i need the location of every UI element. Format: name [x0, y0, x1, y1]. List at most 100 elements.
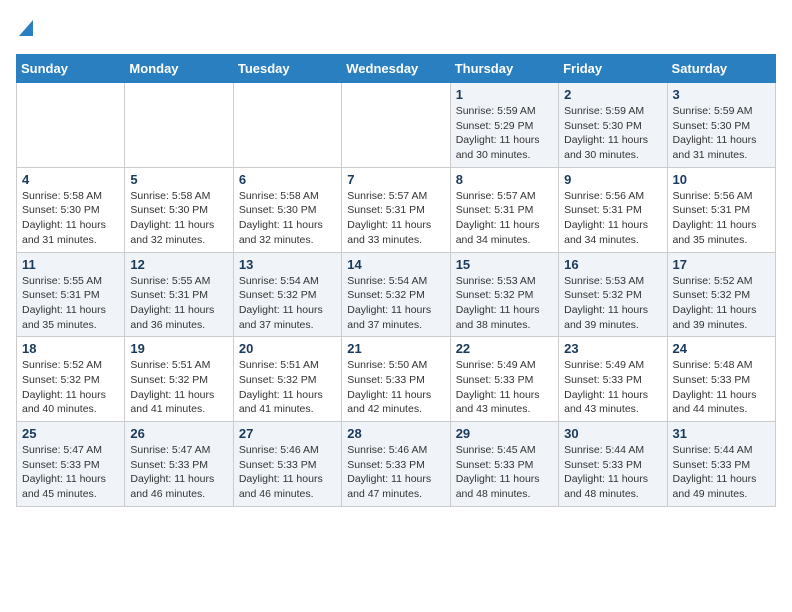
day-cell: 20 Sunrise: 5:51 AM Sunset: 5:32 PM Dayli… [233, 337, 341, 422]
day-number: 28 [347, 426, 444, 441]
calendar-table: SundayMondayTuesdayWednesdayThursdayFrid… [16, 54, 776, 507]
day-cell [125, 83, 233, 168]
day-number: 7 [347, 172, 444, 187]
day-info: Sunrise: 5:44 AM Sunset: 5:33 PM Dayligh… [564, 443, 661, 502]
day-number: 3 [673, 87, 770, 102]
day-number: 6 [239, 172, 336, 187]
day-number: 31 [673, 426, 770, 441]
day-number: 10 [673, 172, 770, 187]
day-number: 13 [239, 257, 336, 272]
day-number: 1 [456, 87, 553, 102]
day-info: Sunrise: 5:59 AM Sunset: 5:29 PM Dayligh… [456, 104, 553, 163]
day-number: 30 [564, 426, 661, 441]
day-number: 8 [456, 172, 553, 187]
day-number: 17 [673, 257, 770, 272]
day-info: Sunrise: 5:50 AM Sunset: 5:33 PM Dayligh… [347, 358, 444, 417]
day-info: Sunrise: 5:49 AM Sunset: 5:33 PM Dayligh… [564, 358, 661, 417]
day-number: 18 [22, 341, 119, 356]
day-cell: 30 Sunrise: 5:44 AM Sunset: 5:33 PM Dayli… [559, 422, 667, 507]
day-number: 24 [673, 341, 770, 356]
day-number: 27 [239, 426, 336, 441]
day-cell: 2 Sunrise: 5:59 AM Sunset: 5:30 PM Daylig… [559, 83, 667, 168]
day-cell: 16 Sunrise: 5:53 AM Sunset: 5:32 PM Dayli… [559, 252, 667, 337]
day-cell: 13 Sunrise: 5:54 AM Sunset: 5:32 PM Dayli… [233, 252, 341, 337]
day-cell: 12Sunrise: 5:55 AM Sunset: 5:31 PM Dayli… [125, 252, 233, 337]
weekday-header-sunday: Sunday [17, 55, 125, 83]
day-cell: 4 Sunrise: 5:58 AM Sunset: 5:30 PM Daylig… [17, 167, 125, 252]
day-info: Sunrise: 5:59 AM Sunset: 5:30 PM Dayligh… [564, 104, 661, 163]
day-info: Sunrise: 5:58 AM Sunset: 5:30 PM Dayligh… [22, 189, 119, 248]
day-info: Sunrise: 5:49 AM Sunset: 5:33 PM Dayligh… [456, 358, 553, 417]
day-cell: 7 Sunrise: 5:57 AM Sunset: 5:31 PM Daylig… [342, 167, 450, 252]
day-info: Sunrise: 5:54 AM Sunset: 5:32 PM Dayligh… [239, 274, 336, 333]
day-info: Sunrise: 5:59 AM Sunset: 5:30 PM Dayligh… [673, 104, 770, 163]
day-cell [342, 83, 450, 168]
day-cell: 24 Sunrise: 5:48 AM Sunset: 5:33 PM Dayli… [667, 337, 775, 422]
day-info: Sunrise: 5:53 AM Sunset: 5:32 PM Dayligh… [564, 274, 661, 333]
week-row-5: 25 Sunrise: 5:47 AM Sunset: 5:33 PM Dayli… [17, 422, 776, 507]
day-info: Sunrise: 5:44 AM Sunset: 5:33 PM Dayligh… [673, 443, 770, 502]
day-info: Sunrise: 5:57 AM Sunset: 5:31 PM Dayligh… [456, 189, 553, 248]
day-number: 4 [22, 172, 119, 187]
weekday-header-friday: Friday [559, 55, 667, 83]
day-cell: 21 Sunrise: 5:50 AM Sunset: 5:33 PM Dayli… [342, 337, 450, 422]
page-header [16, 16, 776, 42]
day-number: 23 [564, 341, 661, 356]
day-info: Sunrise: 5:58 AM Sunset: 5:30 PM Dayligh… [130, 189, 227, 248]
day-cell: 26 Sunrise: 5:47 AM Sunset: 5:33 PM Dayli… [125, 422, 233, 507]
day-number: 2 [564, 87, 661, 102]
day-cell: 17 Sunrise: 5:52 AM Sunset: 5:32 PM Dayli… [667, 252, 775, 337]
day-number: 9 [564, 172, 661, 187]
day-cell: 25Sunrise: 5:47 AM Sunset: 5:33 PM Dayli… [17, 422, 125, 507]
day-info: Sunrise: 5:54 AM Sunset: 5:32 PM Dayligh… [347, 274, 444, 333]
day-cell: 31 Sunrise: 5:44 AM Sunset: 5:33 PM Dayli… [667, 422, 775, 507]
day-cell: 18 Sunrise: 5:52 AM Sunset: 5:32 PM Dayli… [17, 337, 125, 422]
weekday-header-thursday: Thursday [450, 55, 558, 83]
day-cell: 5Sunrise: 5:58 AM Sunset: 5:30 PM Daylig… [125, 167, 233, 252]
day-info: Sunrise: 5:52 AM Sunset: 5:32 PM Dayligh… [22, 358, 119, 417]
logo [16, 16, 33, 42]
day-cell: 15Sunrise: 5:53 AM Sunset: 5:32 PM Dayli… [450, 252, 558, 337]
day-cell: 1 Sunrise: 5:59 AM Sunset: 5:29 PM Daylig… [450, 83, 558, 168]
day-number: 21 [347, 341, 444, 356]
day-cell [233, 83, 341, 168]
weekday-header-saturday: Saturday [667, 55, 775, 83]
day-info: Sunrise: 5:55 AM Sunset: 5:31 PM Dayligh… [22, 274, 119, 333]
day-info: Sunrise: 5:57 AM Sunset: 5:31 PM Dayligh… [347, 189, 444, 248]
day-number: 14 [347, 257, 444, 272]
day-info: Sunrise: 5:48 AM Sunset: 5:33 PM Dayligh… [673, 358, 770, 417]
day-cell: 22 Sunrise: 5:49 AM Sunset: 5:33 PM Dayli… [450, 337, 558, 422]
day-cell: 14 Sunrise: 5:54 AM Sunset: 5:32 PM Dayli… [342, 252, 450, 337]
day-info: Sunrise: 5:45 AM Sunset: 5:33 PM Dayligh… [456, 443, 553, 502]
week-row-3: 11 Sunrise: 5:55 AM Sunset: 5:31 PM Dayli… [17, 252, 776, 337]
day-number: 11 [22, 257, 119, 272]
day-number: 26 [130, 426, 227, 441]
day-cell: 19Sunrise: 5:51 AM Sunset: 5:32 PM Dayli… [125, 337, 233, 422]
day-number: 25 [22, 426, 119, 441]
day-number: 20 [239, 341, 336, 356]
day-info: Sunrise: 5:47 AM Sunset: 5:33 PM Dayligh… [130, 443, 227, 502]
day-cell: 3 Sunrise: 5:59 AM Sunset: 5:30 PM Daylig… [667, 83, 775, 168]
day-cell: 9 Sunrise: 5:56 AM Sunset: 5:31 PM Daylig… [559, 167, 667, 252]
day-info: Sunrise: 5:51 AM Sunset: 5:32 PM Dayligh… [130, 358, 227, 417]
weekday-header-tuesday: Tuesday [233, 55, 341, 83]
weekday-header-row: SundayMondayTuesdayWednesdayThursdayFrid… [17, 55, 776, 83]
week-row-1: 1 Sunrise: 5:59 AM Sunset: 5:29 PM Daylig… [17, 83, 776, 168]
weekday-header-monday: Monday [125, 55, 233, 83]
day-info: Sunrise: 5:52 AM Sunset: 5:32 PM Dayligh… [673, 274, 770, 333]
day-info: Sunrise: 5:46 AM Sunset: 5:33 PM Dayligh… [347, 443, 444, 502]
day-info: Sunrise: 5:46 AM Sunset: 5:33 PM Dayligh… [239, 443, 336, 502]
day-cell: 10Sunrise: 5:56 AM Sunset: 5:31 PM Dayli… [667, 167, 775, 252]
day-number: 15 [456, 257, 553, 272]
day-cell: 11 Sunrise: 5:55 AM Sunset: 5:31 PM Dayli… [17, 252, 125, 337]
day-info: Sunrise: 5:58 AM Sunset: 5:30 PM Dayligh… [239, 189, 336, 248]
logo-icon [19, 20, 33, 36]
day-info: Sunrise: 5:56 AM Sunset: 5:31 PM Dayligh… [564, 189, 661, 248]
day-number: 16 [564, 257, 661, 272]
week-row-4: 18 Sunrise: 5:52 AM Sunset: 5:32 PM Dayli… [17, 337, 776, 422]
day-number: 22 [456, 341, 553, 356]
day-info: Sunrise: 5:51 AM Sunset: 5:32 PM Dayligh… [239, 358, 336, 417]
day-number: 29 [456, 426, 553, 441]
day-cell: 27 Sunrise: 5:46 AM Sunset: 5:33 PM Dayli… [233, 422, 341, 507]
day-number: 12 [130, 257, 227, 272]
